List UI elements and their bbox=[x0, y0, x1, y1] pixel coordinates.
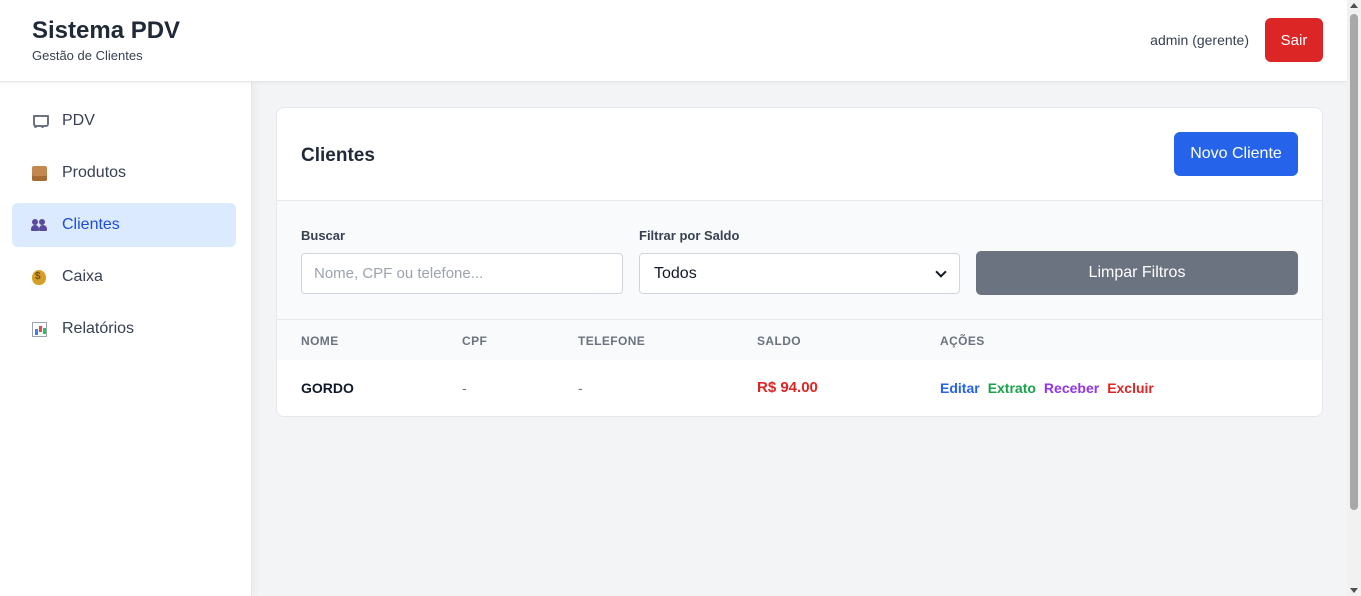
money-bag-icon bbox=[30, 269, 48, 285]
client-cpf: - bbox=[462, 380, 467, 396]
box-icon bbox=[30, 165, 48, 181]
brand: Sistema PDV Gestão de Clientes bbox=[32, 17, 180, 63]
clear-filters-button[interactable]: Limpar Filtros bbox=[976, 251, 1298, 295]
search-input[interactable] bbox=[301, 253, 623, 294]
row-actions: Editar Extrato Receber Excluir bbox=[940, 380, 1154, 396]
cart-icon bbox=[30, 113, 49, 129]
sidebar-item-produtos[interactable]: Produtos bbox=[12, 151, 236, 195]
chevron-down-icon bbox=[935, 265, 947, 278]
logout-button[interactable]: Sair bbox=[1265, 18, 1323, 62]
card-header: Clientes Novo Cliente bbox=[277, 108, 1322, 201]
new-client-button[interactable]: Novo Cliente bbox=[1174, 132, 1298, 176]
scroll-up-arrow-icon[interactable] bbox=[1350, 3, 1358, 8]
top-header: Sistema PDV Gestão de Clientes admin (ge… bbox=[0, 0, 1347, 82]
delete-link[interactable]: Excluir bbox=[1107, 380, 1154, 396]
edit-link[interactable]: Editar bbox=[940, 380, 980, 396]
bar-chart-icon bbox=[30, 321, 48, 337]
page-scrollbar[interactable] bbox=[1347, 0, 1361, 596]
sidebar-item-caixa[interactable]: Caixa bbox=[12, 255, 236, 299]
client-phone: - bbox=[578, 380, 583, 396]
current-user-label: admin (gerente) bbox=[1150, 32, 1249, 48]
column-header-name: NOME bbox=[301, 334, 339, 348]
sidebar-item-label: Caixa bbox=[62, 268, 103, 285]
column-header-actions: AÇÕES bbox=[940, 334, 985, 348]
column-header-phone: TELEFONE bbox=[578, 334, 646, 348]
sidebar-item-relatorios[interactable]: Relatórios bbox=[12, 307, 236, 351]
column-header-cpf: CPF bbox=[462, 334, 488, 348]
sidebar-item-label: Relatórios bbox=[62, 320, 135, 337]
card-title: Clientes bbox=[301, 145, 375, 166]
client-name: GORDO bbox=[301, 380, 354, 396]
clients-card: Clientes Novo Cliente Buscar Filtrar por… bbox=[276, 107, 1323, 417]
sidebar: PDV Produtos Clientes Caixa Relatórios bbox=[0, 82, 252, 596]
main-content: Clientes Novo Cliente Buscar Filtrar por… bbox=[252, 82, 1347, 596]
sidebar-item-label: Produtos bbox=[62, 164, 127, 181]
statement-link[interactable]: Extrato bbox=[988, 380, 1036, 396]
receive-link[interactable]: Receber bbox=[1044, 380, 1099, 396]
filters-panel: Buscar Filtrar por Saldo Todos Limpar Fi… bbox=[277, 201, 1322, 320]
scroll-down-arrow-icon[interactable] bbox=[1350, 588, 1358, 593]
sidebar-item-pdv[interactable]: PDV bbox=[12, 99, 236, 143]
app-title: Sistema PDV bbox=[32, 17, 181, 44]
table-row: GORDO - - R$ 94.00 Editar Extrato Recebe… bbox=[277, 360, 1322, 416]
client-balance: R$ 94.00 bbox=[757, 379, 818, 396]
scrollbar-thumb[interactable] bbox=[1350, 14, 1358, 510]
sidebar-item-label: Clientes bbox=[62, 216, 120, 233]
table-header: NOME CPF TELEFONE SALDO AÇÕES bbox=[277, 320, 1322, 360]
search-label: Buscar bbox=[301, 228, 346, 243]
sidebar-item-label: PDV bbox=[62, 112, 95, 129]
page-subtitle: Gestão de Clientes bbox=[32, 48, 143, 63]
balance-filter-value: Todos bbox=[654, 264, 697, 282]
column-header-balance: SALDO bbox=[757, 334, 801, 348]
people-icon bbox=[30, 217, 48, 233]
balance-filter-label: Filtrar por Saldo bbox=[639, 228, 740, 243]
sidebar-item-clientes[interactable]: Clientes bbox=[12, 203, 236, 247]
balance-filter-select[interactable]: Todos bbox=[639, 253, 960, 294]
